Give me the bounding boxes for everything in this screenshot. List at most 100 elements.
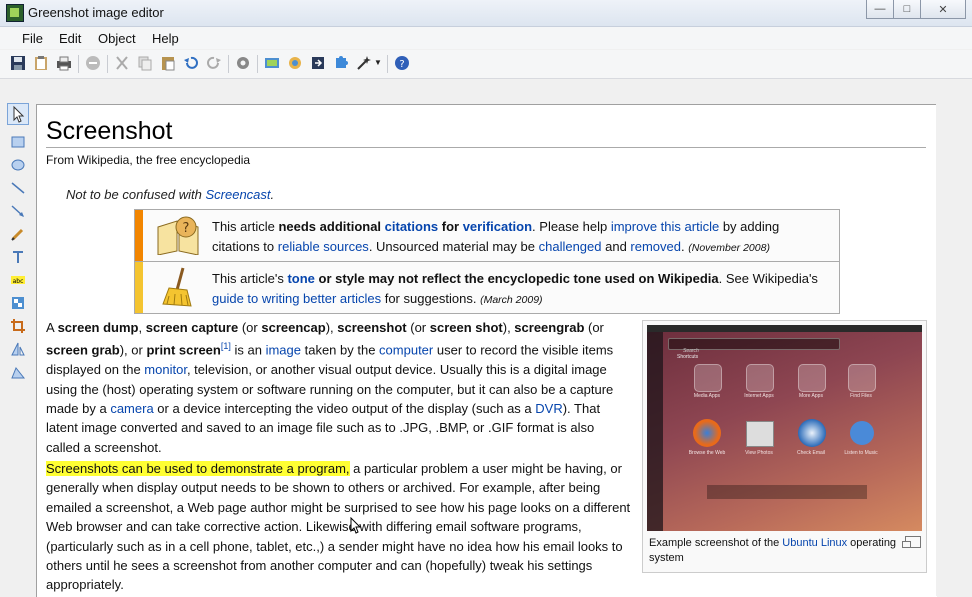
- text: . Unsourced material may be: [368, 239, 539, 254]
- arrow-tool-icon[interactable]: [10, 203, 26, 219]
- email-icon: [798, 419, 826, 447]
- notice-stripe: [135, 262, 143, 313]
- line-tool-icon[interactable]: [10, 180, 26, 196]
- citation-notice-text: This article needs additional citations …: [212, 217, 827, 258]
- text: . See Wikipedia's: [718, 271, 818, 286]
- redo-icon[interactable]: [206, 55, 222, 71]
- text: or a device intercepting the video outpu…: [153, 400, 536, 416]
- obfuscate-tool-icon[interactable]: [10, 295, 26, 311]
- maximize-button[interactable]: □: [893, 0, 921, 19]
- dvr-link[interactable]: DVR: [535, 401, 562, 416]
- undo-icon[interactable]: [183, 55, 199, 71]
- more-apps-icon: [798, 364, 826, 392]
- close-button[interactable]: ✕: [920, 0, 966, 19]
- image-effects-icon[interactable]: [287, 55, 303, 71]
- text: (or: [406, 320, 430, 335]
- verification-link[interactable]: verification: [463, 219, 532, 234]
- text: for: [438, 219, 463, 234]
- reliable-sources-link[interactable]: reliable sources: [278, 239, 369, 254]
- magic-wand-icon[interactable]: [356, 55, 372, 71]
- improve-article-link[interactable]: improve this article: [611, 219, 719, 234]
- menu-edit[interactable]: Edit: [59, 31, 81, 46]
- text: for suggestions.: [381, 291, 481, 306]
- term: screenshot: [337, 320, 407, 335]
- svg-text:?: ?: [399, 59, 404, 70]
- toolbar-separator: [107, 55, 108, 73]
- ubuntu-linux-link[interactable]: Ubuntu Linux: [782, 537, 847, 549]
- monitor-link[interactable]: monitor: [144, 362, 187, 377]
- flip-tool-icon[interactable]: [10, 364, 26, 380]
- notice-date: (March 2009): [480, 294, 543, 306]
- computer-link[interactable]: computer: [379, 343, 433, 358]
- menu-file[interactable]: File: [22, 31, 43, 46]
- canvas-margin: [936, 104, 972, 596]
- challenged-link[interactable]: challenged: [539, 239, 602, 254]
- toolbar-separator: [257, 55, 258, 73]
- enlarge-icon[interactable]: [902, 536, 921, 548]
- tile-label: Internet Apps: [744, 393, 774, 399]
- citation-notice-box: ? This article needs additional citation…: [134, 209, 840, 263]
- text: ,: [138, 320, 146, 335]
- print-icon[interactable]: [56, 55, 72, 71]
- settings-gear-icon[interactable]: [235, 55, 251, 71]
- tile-label: View Photos: [745, 450, 773, 456]
- ubuntu-screenshot-image[interactable]: Search Shortcuts Media Apps Internet App…: [647, 325, 922, 531]
- window-title: Greenshot image editor: [28, 5, 164, 20]
- menu-bar: File Edit Object Help: [0, 27, 972, 49]
- copy-icon[interactable]: [137, 55, 153, 71]
- term: screen grab: [46, 342, 120, 358]
- tile-label: More Apps: [799, 393, 823, 399]
- tone-link[interactable]: tone: [287, 271, 314, 286]
- writing-guide-link[interactable]: guide to writing better articles: [212, 291, 381, 306]
- rectangle-tool-icon[interactable]: [10, 134, 26, 150]
- help-icon[interactable]: ?: [394, 55, 410, 71]
- toolbar-separator: [228, 55, 229, 73]
- image-canvas[interactable]: Screenshot From Wikipedia, the free ency…: [36, 104, 937, 597]
- clipboard-icon[interactable]: [33, 55, 49, 71]
- tile-label: Listen to Music: [844, 450, 878, 456]
- paste-icon[interactable]: [160, 55, 176, 71]
- intro-paragraph: A screen dump, screen capture (or screen…: [46, 318, 631, 457]
- highlighted-text[interactable]: Screenshots can be used to demonstrate a…: [46, 461, 350, 476]
- reference-link[interactable]: [1]: [221, 341, 231, 351]
- removed-link[interactable]: removed: [630, 239, 681, 254]
- term: print screen: [146, 342, 221, 358]
- crop-tool-icon[interactable]: [10, 318, 26, 334]
- ellipse-tool-icon[interactable]: [10, 157, 26, 173]
- page-title: Screenshot: [46, 117, 173, 145]
- text: and: [601, 239, 631, 254]
- cut-icon[interactable]: [114, 55, 130, 71]
- camera-link[interactable]: camera: [110, 401, 153, 416]
- greenshot-app-icon: [6, 4, 24, 22]
- text: a particular problem a user might be hav…: [46, 461, 631, 593]
- text: taken by the: [300, 342, 380, 358]
- text: (or: [584, 320, 604, 335]
- hatnote-link[interactable]: Screencast: [205, 187, 270, 202]
- save-icon[interactable]: [10, 55, 26, 71]
- toolbar-separator: [387, 55, 388, 73]
- rotate-tool-icon[interactable]: [10, 341, 26, 357]
- text: . Please help: [532, 219, 611, 234]
- tile-label: Check Email: [796, 450, 826, 456]
- select-cursor-icon[interactable]: [7, 103, 29, 125]
- text: This article's: [212, 271, 288, 286]
- hatnote: Not to be confused with Screencast.: [66, 187, 274, 202]
- send-to-icon[interactable]: [310, 55, 326, 71]
- delete-icon[interactable]: [85, 55, 101, 71]
- hatnote-text: Not to be confused with: [66, 187, 206, 202]
- save-as-image-icon[interactable]: [264, 55, 280, 71]
- menu-help[interactable]: Help: [152, 31, 179, 46]
- highlight-tool-icon[interactable]: abc: [10, 272, 26, 288]
- svg-text:?: ?: [183, 221, 190, 236]
- minimize-button[interactable]: —: [866, 0, 894, 19]
- firefox-icon: [693, 419, 721, 447]
- citations-link[interactable]: citations: [385, 219, 438, 234]
- menu-object[interactable]: Object: [98, 31, 136, 46]
- image-link[interactable]: image: [266, 343, 301, 358]
- text: ), or: [119, 342, 147, 358]
- tile-label: Media Apps: [693, 393, 721, 399]
- text: This article: [212, 219, 279, 234]
- text-tool-icon[interactable]: [10, 249, 26, 265]
- freehand-pen-icon[interactable]: [10, 226, 26, 242]
- plugin-puzzle-icon[interactable]: [333, 55, 349, 71]
